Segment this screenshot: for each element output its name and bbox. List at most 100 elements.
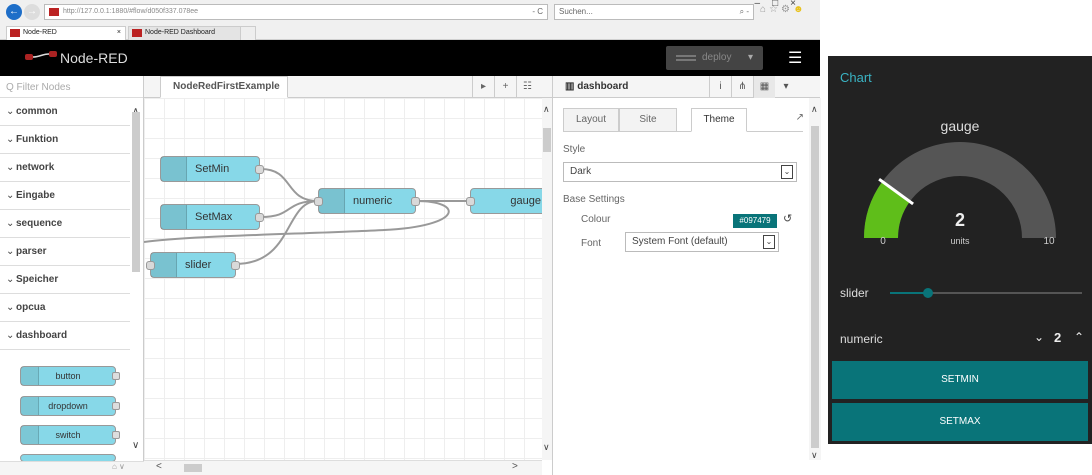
category-label: Speicher (16, 274, 59, 285)
sidebar-dropdown-icon[interactable]: ▾ (775, 76, 797, 98)
sidebar-title-label: dashboard (577, 81, 629, 92)
palette-scrollbar[interactable] (132, 112, 140, 272)
palette-category-dashboard[interactable]: ⌄ dashboard (0, 322, 130, 350)
address-url: http://127.0.0.1:1880/#flow/d050f337.078… (63, 8, 199, 15)
palette-category-network[interactable]: ⌄ network (0, 154, 130, 182)
palette-footer[interactable]: ⌂ ∨ (0, 461, 144, 475)
flow-node-slider[interactable]: slider (146, 252, 240, 278)
debug-icon[interactable]: ⋔ (731, 76, 753, 98)
slider-handle[interactable] (923, 288, 934, 298)
window-controls[interactable]: –□× (755, 0, 808, 9)
workspace: NodeRedFirstExample ▸ + ☷ SetMin SetMax … (144, 76, 552, 475)
output-port (112, 372, 120, 380)
address-bar[interactable]: http://127.0.0.1:1880/#flow/d050f337.078… (44, 4, 548, 20)
flow-node-setmin[interactable]: SetMin (160, 156, 264, 182)
font-label: Font (581, 238, 602, 249)
font-select[interactable]: System Font (default) ⌄ (625, 232, 779, 252)
browser-tab-nodered[interactable]: Node-RED × (6, 26, 126, 40)
palette-scroll-down-icon[interactable]: ∨ (132, 440, 139, 451)
palette-node-switch[interactable]: switch (20, 425, 120, 445)
canvas-scroll-thumb[interactable] (543, 128, 551, 152)
minimize-icon[interactable]: – (755, 0, 773, 9)
scroll-up-icon[interactable]: ∧ (811, 104, 818, 115)
chevron-down-icon: ⌄ (781, 165, 793, 179)
maximize-icon[interactable]: □ (772, 0, 790, 9)
list-icon (21, 397, 39, 415)
tab-nodered-first-example[interactable]: NodeRedFirstExample (160, 76, 288, 98)
setmax-button[interactable]: SETMAX (832, 403, 1088, 441)
palette-node-label: switch (55, 430, 81, 440)
input-port[interactable] (146, 261, 155, 270)
output-port[interactable] (255, 213, 264, 222)
output-port[interactable] (411, 197, 420, 206)
back-arrow-icon[interactable]: ← (6, 4, 22, 20)
tab-layout[interactable]: Layout (563, 108, 619, 132)
sidebar-scroll-thumb[interactable] (811, 126, 819, 448)
scroll-down-icon[interactable]: ∨ (543, 442, 550, 453)
input-port[interactable] (314, 197, 323, 206)
deploy-dropdown-icon[interactable]: ▾ (748, 46, 753, 70)
sidebar-scrollbar[interactable]: ∧ ∨ (809, 98, 821, 460)
scroll-down-icon[interactable]: ∨ (811, 450, 818, 461)
canvas-hscroll-thumb[interactable] (184, 464, 202, 472)
palette-category-common[interactable]: ⌄ common (0, 98, 130, 126)
category-label: opcua (16, 302, 46, 313)
flow-node-gauge[interactable]: gauge (466, 188, 542, 214)
reset-colour-icon[interactable]: ↺ (783, 212, 792, 225)
canvas-horizontal-scrollbar[interactable]: < > (144, 460, 542, 475)
canvas-vertical-scrollbar[interactable]: ∧ ∨ (542, 98, 552, 460)
browser-tab-label: Node-RED (23, 29, 57, 36)
external-link-icon[interactable]: ↗ (796, 112, 804, 123)
flow-node-numeric[interactable]: numeric (314, 188, 420, 214)
output-port[interactable] (255, 165, 264, 174)
numeric-increment-icon[interactable]: ⌃ (1074, 330, 1084, 344)
chevron-down-icon: ⌄ (6, 134, 15, 145)
close-tab-icon[interactable]: × (117, 27, 121, 39)
category-label: dashboard (16, 330, 68, 341)
scroll-right-icon[interactable]: > (512, 461, 518, 472)
deploy-button[interactable]: deploy ▾ (666, 46, 763, 70)
tab-theme[interactable]: Theme (691, 108, 747, 132)
font-select-value: System Font (default) (632, 236, 728, 247)
palette-node-button[interactable]: button (20, 366, 120, 386)
chevron-down-icon: ⌄ (6, 274, 15, 285)
browser-window: ← → http://127.0.0.1:1880/#flow/d050f337… (0, 0, 821, 475)
sidebar-tabs: Layout Site Theme (563, 108, 803, 132)
browser-tab-dashboard[interactable]: Node-RED Dashboard (128, 26, 248, 40)
style-select[interactable]: Dark ⌄ (563, 162, 797, 182)
flow-canvas[interactable]: SetMin SetMax numeric gauge slider (144, 98, 542, 460)
sidebar-title[interactable]: ▥ dashboard (565, 76, 628, 98)
list-flows-icon[interactable]: ☷ (516, 76, 538, 98)
flow-node-setmax[interactable]: SetMax (160, 204, 264, 230)
tab-site[interactable]: Site (619, 108, 677, 132)
palette-category-opcua[interactable]: ⌄ opcua (0, 294, 130, 322)
category-label: network (16, 162, 55, 173)
scroll-left-icon[interactable]: < (156, 461, 162, 472)
palette-node-dropdown[interactable]: dropdown (20, 396, 120, 416)
hamburger-menu-icon[interactable]: ☰ (788, 48, 802, 68)
scroll-up-icon[interactable]: ∧ (543, 104, 550, 115)
search-icon[interactable]: ⌕ - (740, 5, 749, 19)
dashboard-icon[interactable]: ▦ (753, 76, 775, 98)
forward-arrow-icon[interactable]: → (24, 4, 40, 20)
colour-swatch[interactable]: #097479 (733, 214, 777, 228)
scroll-tabs-icon[interactable]: ▸ (472, 76, 494, 98)
flow-node-label: gauge (510, 195, 541, 207)
info-icon[interactable]: i (709, 76, 731, 98)
palette-category-funktion[interactable]: ⌄ Funktion (0, 126, 130, 154)
output-port[interactable] (231, 261, 240, 270)
palette-category-sequence[interactable]: ⌄ sequence (0, 210, 130, 238)
close-window-icon[interactable]: × (790, 0, 808, 9)
refresh-icon[interactable]: - C (532, 5, 543, 19)
new-tab-button[interactable] (240, 26, 256, 40)
numeric-decrement-icon[interactable]: ⌄ (1034, 330, 1044, 344)
add-flow-icon[interactable]: + (494, 76, 516, 98)
palette-category-eingabe[interactable]: ⌄ Eingabe (0, 182, 130, 210)
palette-category-speicher[interactable]: ⌄ Speicher (0, 266, 130, 294)
setmin-button[interactable]: SETMIN (832, 361, 1088, 399)
filter-nodes-input[interactable]: Q Filter Nodes (0, 76, 143, 98)
palette-category-parser[interactable]: ⌄ parser (0, 238, 130, 266)
input-port[interactable] (466, 197, 475, 206)
browser-search-input[interactable]: Suchen... ⌕ - (554, 4, 754, 20)
chevron-down-icon: ⌄ (6, 190, 15, 201)
